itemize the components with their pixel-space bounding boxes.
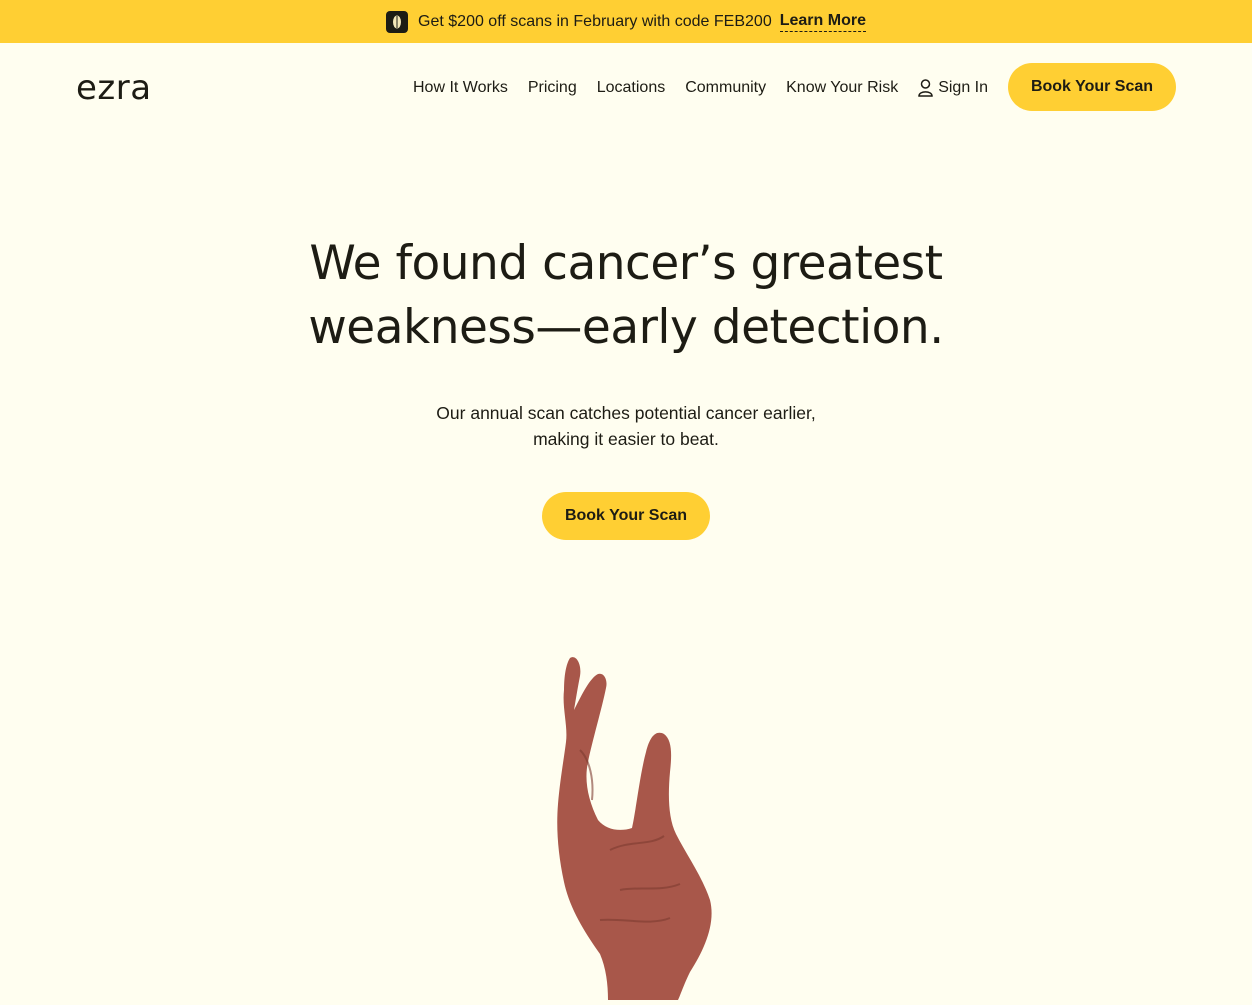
book-scan-nav-button[interactable]: Book Your Scan [1008, 63, 1176, 111]
hero-title-line-2: weakness—early detection. [308, 300, 944, 355]
nav-link-pricing[interactable]: Pricing [528, 79, 577, 97]
nav-link-locations[interactable]: Locations [597, 79, 666, 97]
nav-links: How It Works Pricing Locations Community… [393, 43, 988, 133]
learn-more-link[interactable]: Learn More [779, 12, 866, 32]
nav-link-community[interactable]: Community [685, 79, 766, 97]
hero-section: We found cancer’s greatest weakness—earl… [0, 232, 1252, 540]
hero-subtitle: Our annual scan catches potential cancer… [0, 400, 1252, 452]
user-icon [918, 79, 933, 97]
nav-link-how-it-works[interactable]: How It Works [413, 79, 508, 97]
promo-text: Get $200 off scans in February with code… [418, 12, 772, 30]
hero-title-line-1: We found cancer’s greatest [309, 236, 943, 291]
ezra-logo[interactable]: ezra [76, 75, 174, 101]
nav-link-know-your-risk[interactable]: Know Your Risk [786, 79, 898, 97]
main-nav: ezra How It Works Pricing Locations Comm… [0, 43, 1252, 133]
promo-banner: Get $200 off scans in February with code… [0, 0, 1252, 43]
hero-subtitle-line-1: Our annual scan catches potential cancer… [436, 403, 816, 423]
seed-icon [386, 10, 409, 33]
sign-in-link[interactable]: Sign In [918, 79, 988, 97]
hero-subtitle-line-2: making it easier to beat. [533, 429, 719, 449]
book-scan-hero-button[interactable]: Book Your Scan [542, 492, 710, 540]
reaching-hand-image [540, 650, 730, 1000]
svg-text:ezra: ezra [76, 75, 152, 101]
hero-title: We found cancer’s greatest weakness—earl… [0, 232, 1252, 360]
sign-in-label: Sign In [938, 79, 988, 96]
